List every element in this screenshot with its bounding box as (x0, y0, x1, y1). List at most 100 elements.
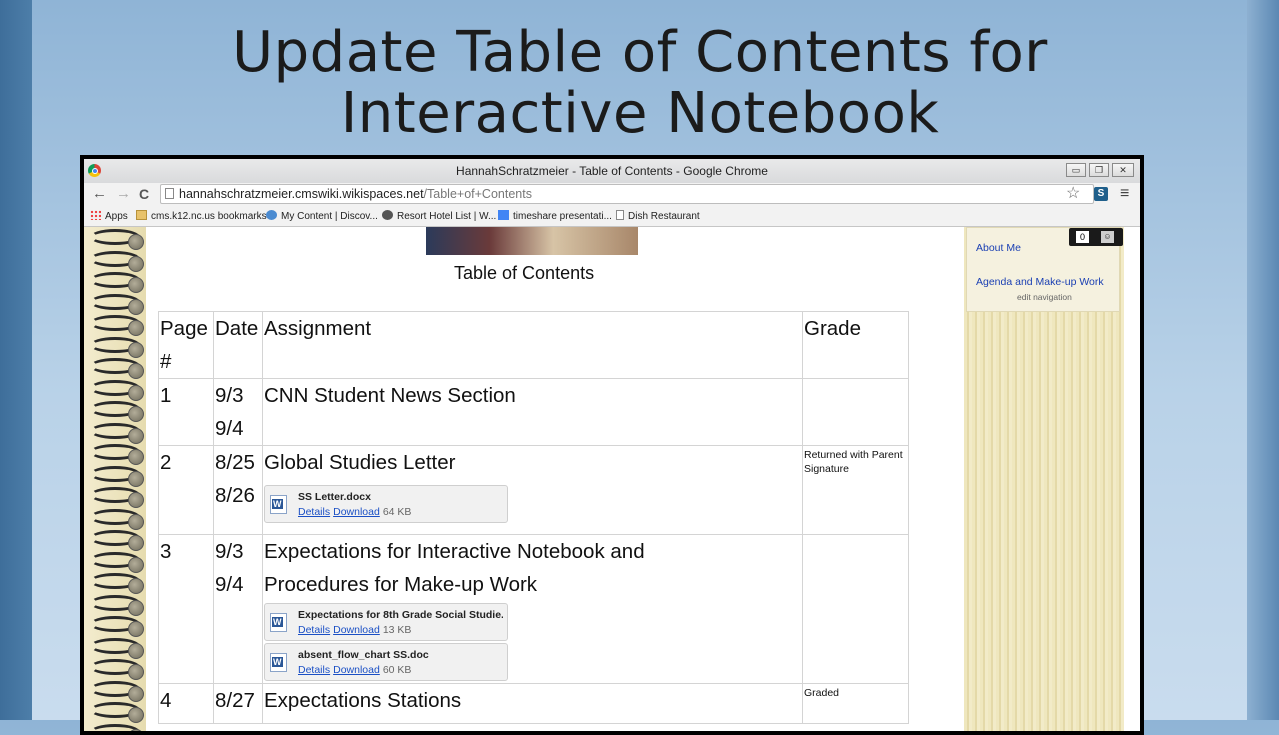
nav-link-agenda[interactable]: Agenda and Make-up Work (976, 276, 1104, 288)
file-attachment: absent_flow_chart SS.doc DetailsDownload… (264, 643, 508, 681)
file-size: 60 KB (382, 664, 412, 676)
cell-assignment: Expectations for Interactive Notebook an… (262, 534, 803, 684)
forward-button[interactable]: → (116, 186, 131, 202)
url-host: hannahschratzmeier.cmswiki.wikispaces.ne… (179, 187, 424, 201)
slide-title-line2: Interactive Notebook (340, 81, 940, 146)
reload-button[interactable]: C (139, 186, 149, 202)
table-row: 3 9/3 9/4 Expectations for Interactive No… (158, 534, 909, 684)
header-page: Page # (158, 311, 214, 379)
spiral-ring (128, 707, 144, 723)
bookmark-label: Apps (105, 211, 128, 222)
chrome-logo-icon (88, 164, 101, 177)
download-link[interactable]: Download (333, 624, 380, 636)
bookmarks-bar: Apps cms.k12.nc.us bookmarks My Content … (84, 206, 1140, 227)
spiral-ring (128, 277, 144, 293)
extension-s-icon[interactable]: S (1094, 187, 1108, 201)
nav-link-about-me[interactable]: About Me (976, 242, 1021, 254)
spiral-ring (128, 664, 144, 680)
cell-date: 9/3 9/4 (213, 534, 263, 684)
spiral-ring (128, 578, 144, 594)
spiral-ring (128, 449, 144, 465)
apps-grid-icon (90, 210, 101, 220)
spiral-ring (128, 406, 144, 422)
spiral-ring (128, 556, 144, 573)
details-link[interactable]: Details (298, 506, 330, 518)
maximize-button[interactable]: ❐ (1089, 163, 1109, 177)
spiral-ring (128, 384, 144, 401)
bookmark-star-icon[interactable]: ☆ (1066, 185, 1080, 203)
bookmark-resort-hotel[interactable]: Resort Hotel List | W... (382, 210, 496, 223)
slide-right-band (1247, 0, 1279, 720)
cell-date: 8/25 8/26 (213, 445, 263, 535)
spiral-ring (128, 320, 144, 336)
cell-page: 1 (158, 378, 214, 446)
spiral-ring (128, 470, 144, 487)
back-button[interactable]: ← (92, 186, 107, 202)
details-link[interactable]: Details (298, 664, 330, 676)
details-link[interactable]: Details (298, 624, 330, 636)
bookmark-apps[interactable]: Apps (90, 210, 128, 223)
browser-window: HannahSchratzmeier - Table of Contents -… (80, 155, 1144, 735)
spiral-ring (128, 513, 144, 530)
cell-page: 4 (158, 683, 214, 724)
page-icon (165, 188, 174, 199)
window-title: HannahSchratzmeier - Table of Contents -… (456, 164, 768, 178)
spiral-ring (128, 535, 144, 551)
header-image (426, 227, 638, 255)
spiral-ring (128, 255, 144, 272)
download-link[interactable]: Download (333, 506, 380, 518)
download-link[interactable]: Download (333, 664, 380, 676)
page-content: Table of Contents Page # Date Assignment… (84, 227, 1124, 731)
bookmark-cms-folder[interactable]: cms.k12.nc.us bookmarks (136, 210, 267, 223)
assignment-title: Global Studies Letter (264, 451, 456, 474)
table-row: 4 8/27 Expectations Stations Graded (158, 683, 909, 724)
window-titlebar[interactable]: HannahSchratzmeier - Table of Contents -… (84, 159, 1140, 183)
globe-icon (266, 210, 277, 220)
cell-assignment: CNN Student News Section (262, 378, 803, 446)
date-start: 9/3 (215, 540, 244, 563)
address-bar[interactable]: hannahschratzmeier.cmswiki.wikispaces.ne… (160, 184, 1094, 204)
spiral-ring (128, 685, 144, 702)
spiral-ring (128, 492, 144, 508)
user-face-icon: ☺ (1101, 231, 1114, 243)
google-icon (498, 210, 509, 220)
bookmark-label: timeshare presentati... (513, 211, 612, 222)
cell-page: 3 (158, 534, 214, 684)
bookmark-label: Dish Restaurant (628, 211, 700, 222)
spiral-ring (128, 642, 144, 659)
bookmark-dish-restaurant[interactable]: Dish Restaurant (616, 210, 700, 223)
file-size: 13 KB (382, 624, 412, 636)
bookmark-my-content[interactable]: My Content | Discov... (266, 210, 378, 223)
wiki-user-widget[interactable]: 0 ☺ (1069, 228, 1123, 246)
edit-navigation-link[interactable]: edit navigation (1017, 292, 1072, 302)
slide-title: Update Table of Contents for Interactive… (40, 22, 1240, 144)
spiral-ring (128, 363, 144, 379)
cell-date: 9/3 9/4 (213, 378, 263, 446)
file-size: 64 KB (382, 506, 412, 518)
cell-grade (802, 534, 909, 684)
bookmark-label: My Content | Discov... (281, 211, 378, 222)
close-button[interactable]: ✕ (1112, 163, 1134, 177)
minimize-button[interactable]: ▭ (1066, 163, 1086, 177)
circle-logo-icon (382, 210, 393, 220)
cell-grade: Returned with Parent Signature (802, 445, 909, 535)
cell-page: 2 (158, 445, 214, 535)
folder-icon (136, 210, 147, 220)
bookmark-label: cms.k12.nc.us bookmarks (151, 211, 267, 222)
date-start: 8/25 (215, 451, 255, 474)
toc-table: Page # Date Assignment Grade 1 9/3 9/4 CN… (158, 311, 909, 724)
cell-assignment: Global Studies Letter SS Letter.docx Det… (262, 445, 803, 535)
header-assignment: Assignment (262, 311, 803, 379)
spiral-ring (128, 621, 144, 637)
url-path: /Table+of+Contents (423, 187, 532, 201)
chrome-menu-icon[interactable]: ≡ (1120, 185, 1129, 203)
date-start: 9/3 (215, 384, 244, 407)
header-grade: Grade (802, 311, 909, 379)
cell-date: 8/27 (213, 683, 263, 724)
table-header-row: Page # Date Assignment Grade (158, 311, 909, 379)
spiral-ring (128, 427, 144, 444)
bookmark-timeshare[interactable]: timeshare presentati... (498, 210, 612, 223)
date-end: 8/26 (215, 484, 255, 507)
file-name: Expectations for 8th Grade Social Studie… (298, 609, 503, 621)
word-doc-icon (270, 495, 287, 514)
